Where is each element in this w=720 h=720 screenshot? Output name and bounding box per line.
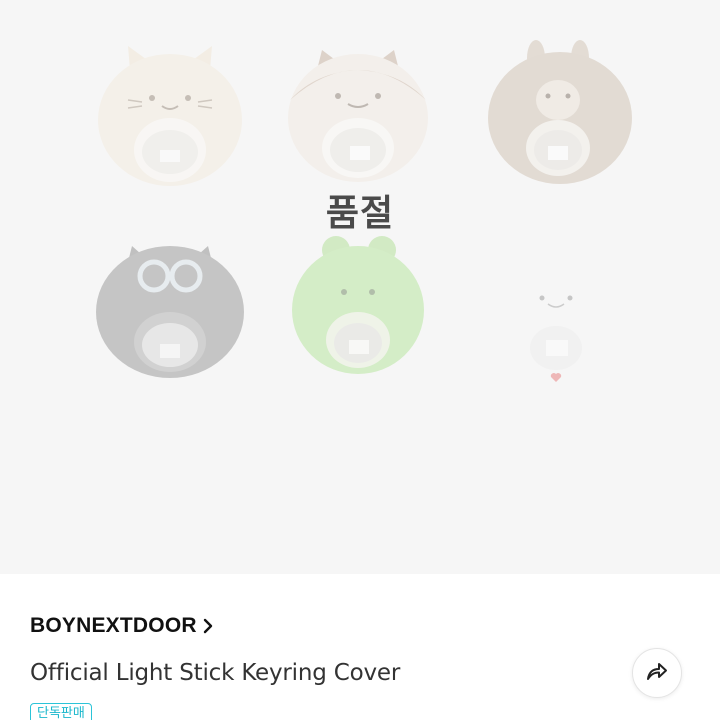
product-image-area[interactable]: 품절 bbox=[0, 0, 720, 574]
share-arrow-icon bbox=[645, 660, 669, 687]
chevron-right-icon bbox=[201, 615, 215, 637]
sold-out-overlay bbox=[0, 0, 720, 574]
share-button[interactable] bbox=[632, 648, 682, 698]
brand-link[interactable]: BOYNEXTDOOR bbox=[30, 614, 215, 638]
product-title: Official Light Stick Keyring Cover bbox=[30, 660, 401, 686]
brand-name: BOYNEXTDOOR bbox=[30, 614, 197, 637]
exclusive-sale-badge: 단독판매 bbox=[30, 703, 92, 720]
sold-out-label: 품절 bbox=[325, 193, 395, 234]
